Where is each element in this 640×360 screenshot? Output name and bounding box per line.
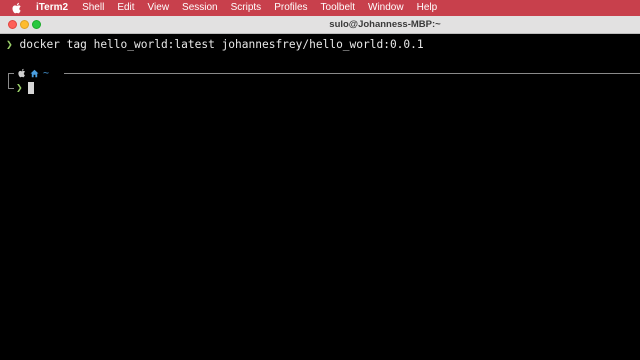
menu-edit[interactable]: Edit [117, 0, 134, 16]
text-cursor [27, 82, 34, 94]
command-text: docker tag hello_world:latest johannesfr… [19, 38, 424, 51]
menu-view[interactable]: View [148, 0, 170, 16]
prompt-symbol: ❯ [16, 81, 23, 94]
menu-scripts[interactable]: Scripts [231, 0, 262, 16]
menu-window[interactable]: Window [368, 0, 404, 16]
window-title-bar[interactable]: sulo@Johanness-MBP:~ [0, 16, 640, 34]
apple-logo-icon [18, 68, 26, 78]
menu-shell[interactable]: Shell [82, 0, 104, 16]
input-line[interactable]: ❯ [16, 81, 34, 95]
terminal-pane[interactable]: ❯ docker tag hello_world:latest johannes… [0, 35, 640, 360]
menu-session[interactable]: Session [182, 0, 218, 16]
prompt-divider [64, 73, 640, 74]
menu-toolbelt[interactable]: Toolbelt [321, 0, 355, 16]
prompt-symbol: ❯ [6, 38, 13, 51]
current-directory: ~ [43, 67, 50, 79]
menu-profiles[interactable]: Profiles [274, 0, 307, 16]
prompt-segment: ~ [18, 67, 49, 79]
menu-help[interactable]: Help [417, 0, 438, 16]
apple-logo-icon[interactable] [12, 2, 22, 14]
prompt-frame-bottom [8, 83, 14, 89]
prompt-block: ~ ❯ [6, 67, 640, 97]
home-icon [30, 69, 39, 78]
menu-bar: iTerm2 Shell Edit View Session Scripts P… [0, 0, 640, 16]
window-title: sulo@Johanness-MBP:~ [329, 19, 441, 30]
history-line: ❯ docker tag hello_world:latest johannes… [6, 38, 424, 52]
menu-app-name[interactable]: iTerm2 [36, 0, 68, 16]
